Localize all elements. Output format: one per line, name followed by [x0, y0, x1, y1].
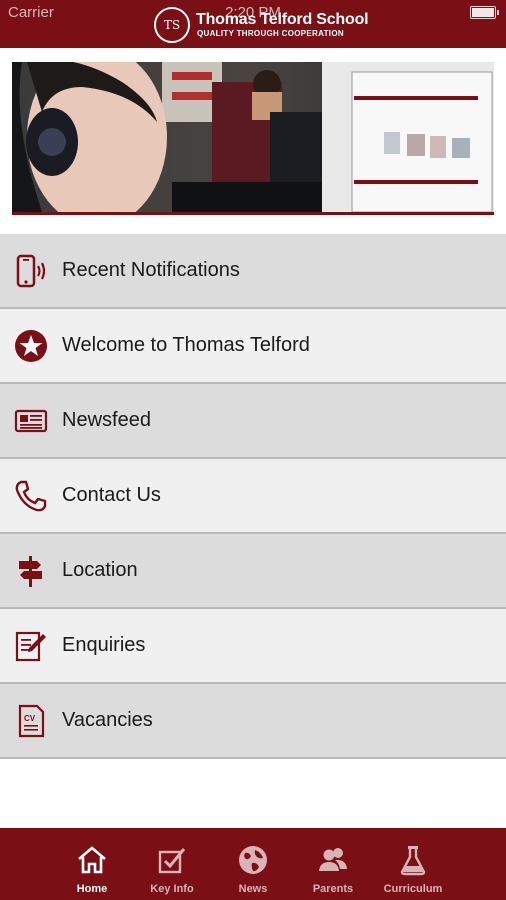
phone-handset-icon: [13, 478, 49, 514]
menu-item-recent-notifications[interactable]: Recent Notifications: [0, 234, 506, 309]
menu-item-welcome[interactable]: Welcome to Thomas Telford: [0, 309, 506, 384]
tab-label: Home: [76, 883, 108, 895]
signpost-icon: [13, 553, 49, 589]
tab-label: Curriculum: [383, 883, 443, 895]
tab-home[interactable]: Home: [52, 828, 132, 900]
school-title: Thomas Telford School: [196, 11, 369, 28]
app-header: Carrier 2:20 PM TS Thomas Telford School…: [0, 0, 506, 48]
banner-image: [12, 62, 494, 212]
globe-icon: [237, 844, 269, 876]
star-badge-icon: [13, 328, 49, 364]
school-motto: QUALITY THROUGH COOPERATION: [197, 29, 344, 38]
menu-item-newsfeed[interactable]: Newsfeed: [0, 384, 506, 459]
menu-item-contact-us[interactable]: Contact Us: [0, 459, 506, 534]
edit-document-icon: [13, 628, 49, 664]
phone-notification-icon: [13, 253, 49, 289]
tab-key-info[interactable]: Key Info: [132, 828, 212, 900]
tab-news[interactable]: News: [213, 828, 293, 900]
menu-item-label: Newsfeed: [62, 409, 151, 431]
banner-divider: [12, 212, 494, 215]
tab-label: News: [238, 883, 268, 895]
menu-item-vacancies[interactable]: CV Vacancies: [0, 684, 506, 759]
newspaper-icon: [13, 403, 49, 439]
main-menu: Recent Notifications Welcome to Thomas T…: [0, 234, 506, 759]
checkbox-icon: [156, 844, 188, 876]
tab-curriculum[interactable]: Curriculum: [373, 828, 453, 900]
menu-item-label: Contact Us: [62, 484, 161, 506]
menu-item-label: Location: [62, 559, 138, 581]
menu-item-label: Recent Notifications: [62, 259, 240, 281]
bottom-tab-bar: Home Key Info News Parents Curriculum: [0, 828, 506, 900]
home-icon: [76, 844, 108, 876]
tab-parents[interactable]: Parents: [293, 828, 373, 900]
tab-label: Parents: [312, 883, 354, 895]
cv-document-icon: CV: [13, 703, 49, 739]
menu-item-enquiries[interactable]: Enquiries: [0, 609, 506, 684]
school-logo: TS: [154, 7, 190, 43]
tab-label: Key Info: [150, 883, 194, 895]
people-icon: [317, 844, 349, 876]
flask-icon: [397, 844, 429, 876]
svg-text:CV: CV: [24, 714, 36, 723]
menu-item-label: Welcome to Thomas Telford: [62, 334, 310, 356]
menu-item-label: Vacancies: [62, 709, 153, 731]
menu-item-location[interactable]: Location: [0, 534, 506, 609]
menu-item-label: Enquiries: [62, 634, 146, 656]
battery-icon: [470, 6, 499, 19]
